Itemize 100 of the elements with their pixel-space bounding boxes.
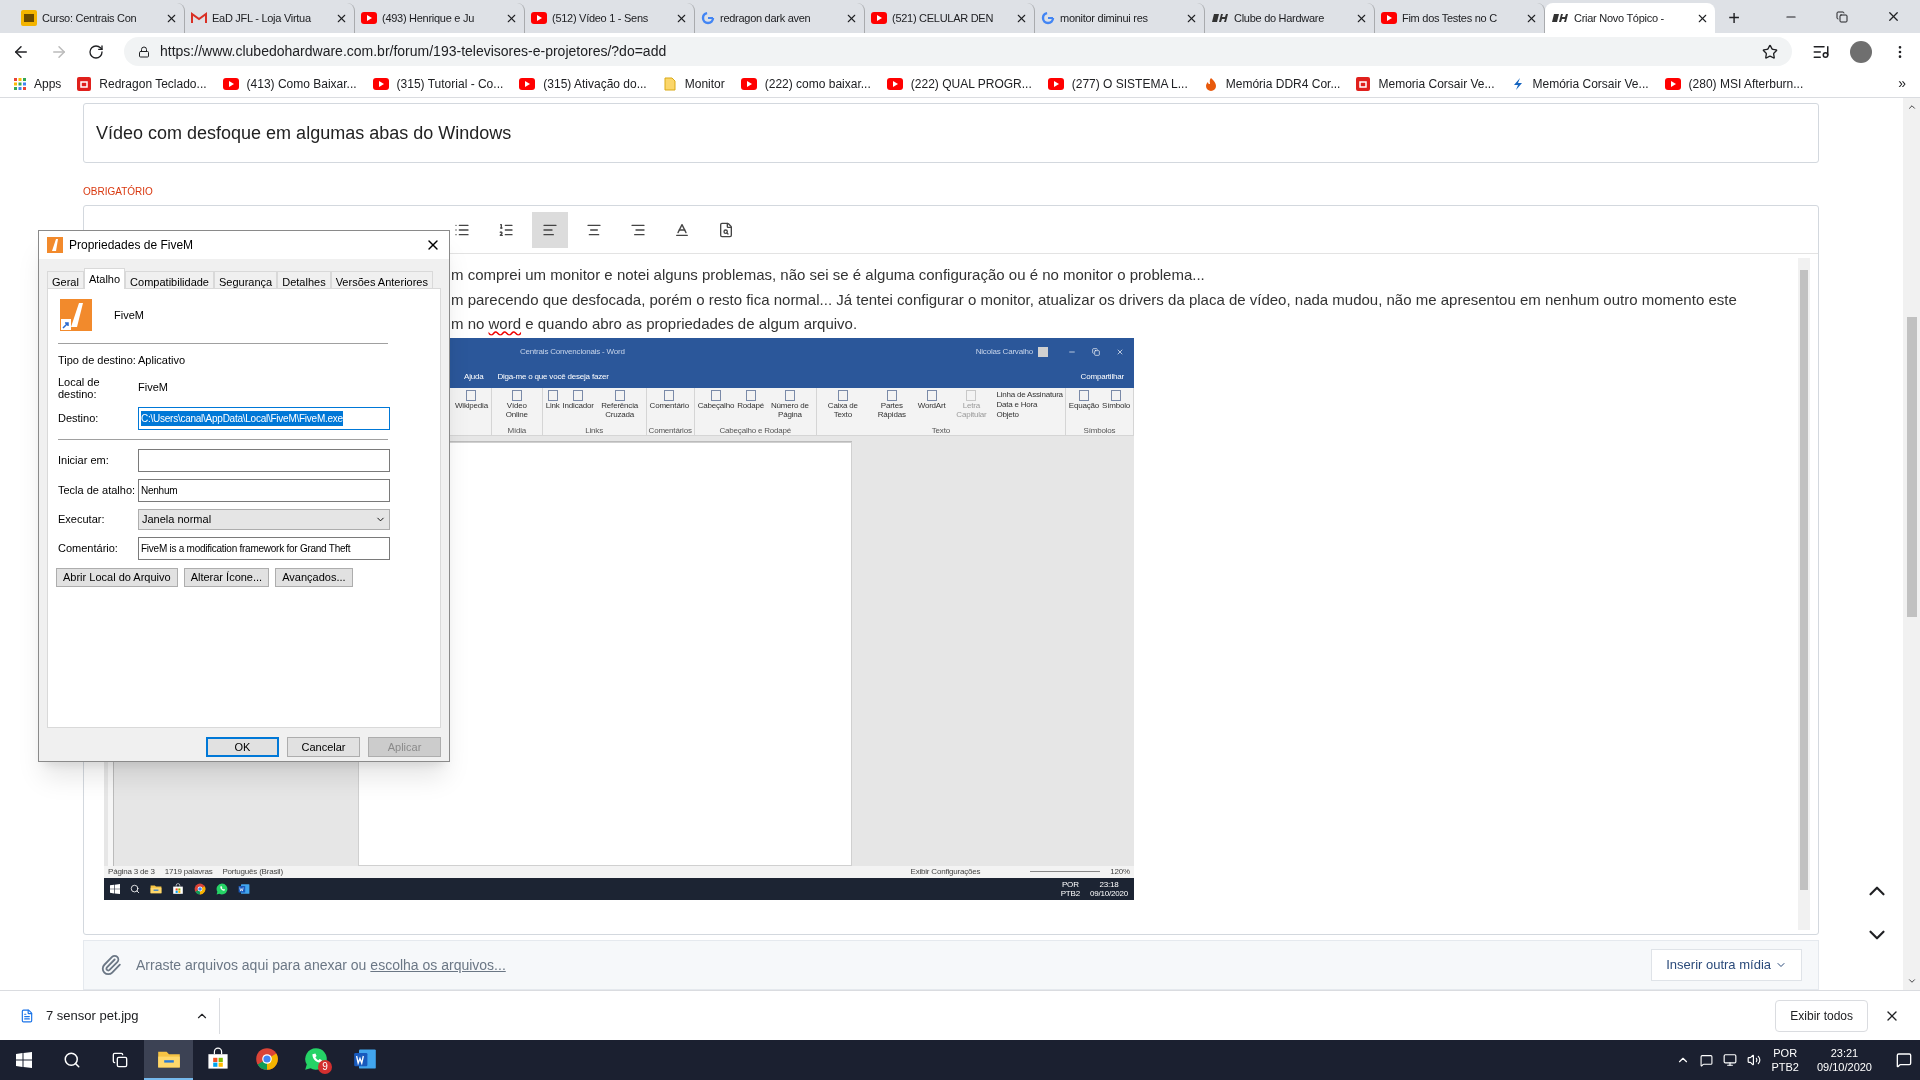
task-view-icon[interactable] (112, 1052, 128, 1068)
keyboard-layout[interactable]: PTB2 (1771, 1060, 1799, 1074)
ribbon-command[interactable]: Indicador (561, 387, 595, 426)
text-field[interactable]: FiveM is a modification framework for Grand Theft (138, 536, 390, 560)
close-icon[interactable] (1886, 9, 1901, 24)
dialog-footer-button[interactable]: Cancelar (287, 737, 360, 757)
notifications-icon[interactable] (1896, 1052, 1912, 1068)
clock-date[interactable]: 09/10/2020 (1089, 888, 1128, 898)
text-field[interactable]: C:\Users\canal\AppData\Local\FiveM\FiveM.exe (138, 406, 390, 430)
new-tab-button[interactable]: + (1719, 3, 1749, 33)
browser-tab[interactable]: Criar Novo Tópico - (1545, 3, 1715, 33)
text-field[interactable] (138, 448, 390, 472)
text-field[interactable]: Nenhum (138, 478, 390, 502)
dialog-action-button[interactable]: Avançados... (275, 567, 353, 587)
search-icon[interactable] (130, 883, 140, 894)
scrollbar-thumb[interactable] (1800, 270, 1808, 890)
dialog-action-button[interactable]: Abrir Local do Arquivo (56, 567, 178, 587)
ribbon-command[interactable]: Partes Rápidas (867, 387, 916, 426)
clock-time[interactable]: 23:21 (1830, 1046, 1859, 1060)
keyboard-layout[interactable]: PTB2 (1060, 888, 1080, 898)
restore-icon[interactable] (1836, 10, 1848, 23)
dialog-tab[interactable]: Versões Anteriores (330, 271, 433, 289)
ribbon-command[interactable]: Cabeçalho (696, 387, 736, 426)
bookmark-item[interactable]: Memória Corsair Ve... (1510, 71, 1665, 96)
choose-files-link[interactable]: escolha os arquivos... (370, 954, 506, 976)
network-icon[interactable] (1723, 1053, 1738, 1067)
taskbar-app[interactable] (144, 1040, 193, 1080)
field-label: Tecla de atalho: (58, 484, 137, 496)
input-language[interactable]: POR (1061, 879, 1079, 889)
bookmark-item[interactable]: Memória DDR4 Cor... (1203, 71, 1357, 96)
download-item[interactable]: 7 sensor pet.jpg (20, 997, 220, 1034)
bookmark-item[interactable]: (280) MSI Afterburn... (1664, 71, 1820, 96)
dialog-tab[interactable]: Atalho (83, 268, 126, 289)
toolbar-button[interactable] (532, 211, 568, 248)
bookmark-item[interactable]: (413) Como Baixar... (222, 71, 373, 96)
bookmark-item[interactable]: (222) como baixar... (740, 71, 887, 96)
page-scrollbar[interactable] (1903, 98, 1920, 990)
more-bookmarks-button[interactable]: » (1898, 73, 1906, 94)
bookmark-star-icon[interactable] (1762, 43, 1778, 60)
bookmark-item[interactable]: (315) Ativação do... (519, 71, 663, 96)
menu-tab[interactable]: Ajuda (464, 372, 484, 381)
ribbon-command[interactable]: Data e Hora (996, 399, 1063, 409)
ribbon-command[interactable]: Referência Cruzada (595, 387, 644, 426)
clock-date[interactable]: 09/10/2020 (1816, 1060, 1872, 1074)
scroll-arrow-down-icon[interactable] (1906, 976, 1917, 986)
dialog-tab[interactable]: Compatibilidade (125, 271, 214, 289)
ribbon-command[interactable]: Equação (1067, 387, 1101, 426)
clock-time[interactable]: 23:18 (1099, 879, 1119, 889)
bookmark-item[interactable]: Memoria Corsair Ve... (1356, 71, 1511, 96)
tell-me-field[interactable]: Diga-me o que você deseja fazer (497, 372, 609, 381)
taskbar-app[interactable]: 9 (291, 1040, 340, 1080)
profile-avatar[interactable] (1850, 40, 1872, 63)
ribbon-command[interactable]: Símbolo (1101, 387, 1131, 426)
bookmark-item[interactable]: (315) Tutorial - Co... (372, 71, 520, 96)
square-logo-icon (21, 10, 37, 26)
windows-logo-icon[interactable] (110, 883, 120, 894)
ribbon-command[interactable]: Comentário (648, 387, 690, 426)
input-language[interactable]: POR (1773, 1046, 1798, 1060)
bookmark-item[interactable]: (277) O SISTEMA L... (1047, 71, 1204, 96)
bookmark-item[interactable]: Monitor (662, 71, 741, 96)
dialog-tab[interactable]: Geral (47, 271, 84, 289)
ribbon-command[interactable]: Linha de Assinatura (996, 389, 1063, 399)
post-text: m comprei um monitor e notei alguns problemas, não sei se é alguma configuração ou é no monitor o problema... (451, 265, 1206, 285)
play-icon (361, 12, 377, 24)
show-all-button[interactable]: Exibir todos (1775, 999, 1868, 1032)
editor-scrollbar[interactable] (1798, 258, 1810, 930)
dropdown[interactable]: Janela normal (138, 508, 390, 530)
restore-icon[interactable] (1092, 347, 1100, 356)
chat-icon[interactable] (1700, 1053, 1714, 1067)
ribbon-command[interactable]: Link (544, 387, 561, 426)
ribbon-command[interactable]: Rodapé (736, 387, 765, 426)
volume-icon[interactable] (1747, 1053, 1762, 1067)
insert-media-button[interactable]: Inserir outra mídia (1651, 949, 1802, 981)
scrollbar-thumb[interactable] (1906, 317, 1917, 617)
play-icon (372, 77, 389, 90)
topic-title-field[interactable]: Vídeo com desfoque em algumas abas do Windows (83, 103, 1819, 163)
search-icon[interactable] (63, 1051, 81, 1069)
ribbon-command[interactable]: Wikipedia (454, 387, 489, 435)
dialog-tab[interactable]: Detalhes (277, 271, 331, 289)
attachment-dropzone[interactable]: Arraste arquivos aqui para anexar ou escolha os arquivos... Inserir outra mídia (83, 940, 1819, 990)
bookmark-item[interactable]: (222) QUAL PROGR... (886, 71, 1048, 96)
windows-logo-icon[interactable] (16, 1052, 32, 1068)
scroll-arrow-up-icon[interactable] (1906, 102, 1917, 112)
bookmark-item[interactable]: Apps (14, 71, 78, 96)
dialog-tab[interactable]: Segurança (214, 271, 278, 289)
ribbon-command[interactable]: Número de Página (766, 387, 814, 426)
dialog-footer-button[interactable]: OK (206, 737, 279, 757)
reload-icon[interactable] (88, 43, 104, 60)
ribbon-command[interactable]: WordArt (916, 387, 947, 426)
italic-logo-icon (1551, 13, 1569, 23)
ribbon-command[interactable]: Objeto (996, 409, 1063, 419)
share-button[interactable]: Compartilhar (1080, 372, 1124, 381)
view-settings-button[interactable]: Exibir Configurações (910, 867, 981, 876)
ribbon-command[interactable]: Caixa de Texto (818, 387, 867, 426)
play-icon (519, 77, 536, 90)
dialog-action-button[interactable]: Alterar Ícone... (183, 567, 270, 587)
address-bar[interactable]: https://www.clubedohardware.com.br/forum/193-televisores-e-projetores/?do=add (124, 37, 1792, 66)
status-text: Página 3 de 3 (108, 867, 155, 876)
bookmark-item[interactable]: Redragon Teclado... (77, 71, 223, 96)
ribbon-command[interactable]: Vídeo Online (493, 387, 540, 426)
